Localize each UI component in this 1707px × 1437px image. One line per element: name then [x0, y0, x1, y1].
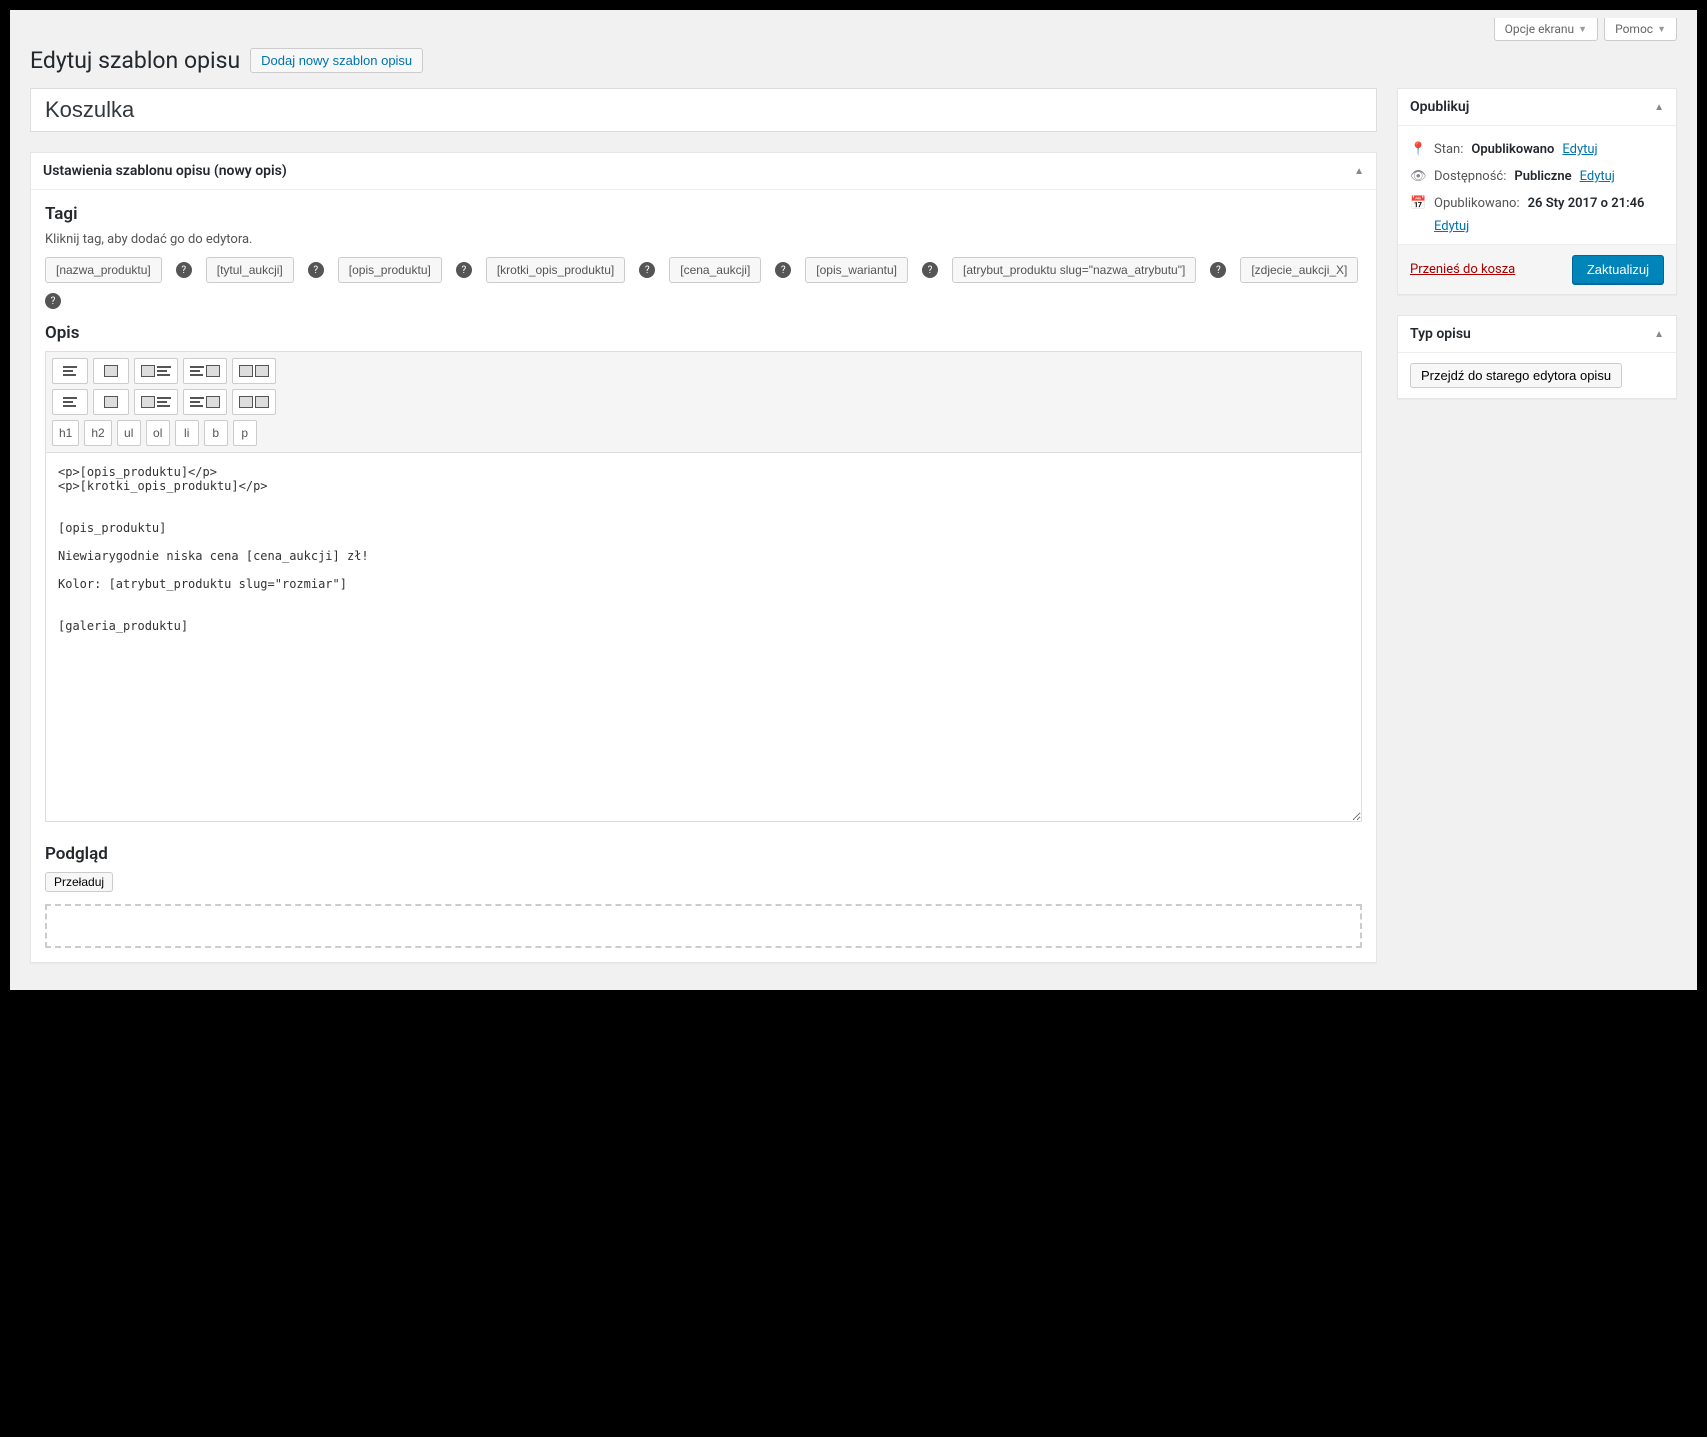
columns: Ustawienia szablonu opisu (nowy opis) ▲ …	[30, 88, 1677, 963]
collapse-icon[interactable]: ▲	[1654, 102, 1664, 113]
publish-postbox: Opublikuj ▲ 📍 Stan: Opublikowano Edytuj …	[1397, 88, 1677, 295]
published-value: 26 Sty 2017 o 21:46	[1528, 196, 1645, 211]
settings-postbox-title: Ustawienia szablonu opisu (nowy opis)	[43, 163, 287, 179]
layout-image-image-button[interactable]	[232, 358, 276, 384]
layout-image-text-button[interactable]	[134, 358, 178, 384]
format-ol-button[interactable]: ol	[146, 420, 170, 446]
update-button[interactable]: Zaktualizuj	[1572, 255, 1664, 284]
type-postbox: Typ opisu ▲ Przejdź do starego edytora o…	[1397, 315, 1677, 399]
publish-body: 📍 Stan: Opublikowano Edytuj 👁 Dostępność…	[1398, 126, 1676, 244]
publish-status-row: 📍 Stan: Opublikowano Edytuj	[1410, 136, 1664, 163]
chevron-down-icon: ▼	[1578, 24, 1587, 35]
help-icon[interactable]: ?	[922, 262, 938, 278]
heading-row: Edytuj szablon opisu Dodaj nowy szablon …	[30, 47, 1677, 74]
format-ul-button[interactable]: ul	[117, 420, 141, 446]
help-label: Pomoc	[1615, 22, 1653, 36]
screen-options-label: Opcje ekranu	[1505, 22, 1575, 36]
tag-button[interactable]: [opis_produktu]	[338, 257, 442, 283]
switch-editor-button[interactable]: Przejdź do starego edytora opisu	[1410, 363, 1622, 388]
tags-heading: Tagi	[45, 204, 1362, 224]
format-h1-button[interactable]: h1	[52, 420, 79, 446]
layout-text-image-button[interactable]	[183, 358, 227, 384]
tag-button[interactable]: [nazwa_produktu]	[45, 257, 162, 283]
preview-box	[45, 904, 1362, 948]
help-tab[interactable]: Pomoc ▼	[1604, 18, 1677, 41]
layout-image-image-button[interactable]	[232, 389, 276, 415]
layout-text-image-button[interactable]	[183, 389, 227, 415]
help-icon[interactable]: ?	[775, 262, 791, 278]
layout-text-only-button[interactable]	[52, 389, 88, 415]
help-icon[interactable]: ?	[308, 262, 324, 278]
status-label: Stan:	[1434, 142, 1463, 157]
app-root: Opcje ekranu▼ Pomoc▼ Edytuj szablon opis…	[10, 10, 1697, 990]
layout-image-text-button[interactable]	[134, 389, 178, 415]
desc-heading: Opis	[45, 323, 1362, 343]
publish-title: Opublikuj	[1410, 99, 1469, 115]
type-title: Typ opisu	[1410, 326, 1471, 342]
tag-button[interactable]: [krotki_opis_produktu]	[486, 257, 625, 283]
pin-icon: 📍	[1410, 142, 1426, 157]
tag-button[interactable]: [opis_wariantu]	[805, 257, 908, 283]
publish-visibility-row: 👁 Dostępność: Publiczne Edytuj	[1410, 163, 1664, 190]
main-column: Ustawienia szablonu opisu (nowy opis) ▲ …	[30, 88, 1377, 963]
tag-button[interactable]: [tytul_aukcji]	[206, 257, 294, 283]
publish-actions: Przenieś do kosza Zaktualizuj	[1398, 244, 1676, 294]
tag-button[interactable]: [zdjecie_aukcji_X]	[1240, 257, 1358, 283]
collapse-icon[interactable]: ▲	[1354, 166, 1364, 177]
help-icon[interactable]: ?	[456, 262, 472, 278]
eye-icon: 👁	[1410, 169, 1426, 184]
settings-postbox: Ustawienia szablonu opisu (nowy opis) ▲ …	[30, 152, 1377, 963]
help-icon[interactable]: ?	[639, 262, 655, 278]
chevron-down-icon: ▼	[1657, 24, 1666, 35]
settings-postbox-header: Ustawienia szablonu opisu (nowy opis) ▲	[31, 153, 1376, 190]
trash-link[interactable]: Przenieś do kosza	[1410, 262, 1515, 277]
format-p-button[interactable]: p	[233, 420, 257, 446]
visibility-label: Dostępność:	[1434, 169, 1506, 184]
status-value: Opublikowano	[1471, 142, 1554, 157]
edit-visibility-link[interactable]: Edytuj	[1580, 169, 1615, 184]
calendar-icon: 📅	[1410, 196, 1426, 211]
edit-status-link[interactable]: Edytuj	[1562, 142, 1597, 157]
toolbar-row-layout-1	[52, 358, 1355, 384]
format-h2-button[interactable]: h2	[84, 420, 111, 446]
format-b-button[interactable]: b	[204, 420, 228, 446]
type-header: Typ opisu ▲	[1398, 316, 1676, 353]
preview-heading: Podgląd	[45, 844, 1362, 864]
collapse-icon[interactable]: ▲	[1654, 329, 1664, 340]
format-li-button[interactable]: li	[175, 420, 199, 446]
tags-hint: Kliknij tag, aby dodać go do edytora.	[45, 232, 1362, 247]
editor-toolbar: h1h2ulollibp	[45, 351, 1362, 452]
screen-options-tab[interactable]: Opcje ekranu▼	[1494, 18, 1598, 41]
tags-row: [nazwa_produktu]? [tytul_aukcji]? [opis_pr…	[45, 257, 1362, 309]
toolbar-row-layout-2	[52, 389, 1355, 415]
help-icon[interactable]: ?	[1210, 262, 1226, 278]
edit-date-link[interactable]: Edytuj	[1434, 219, 1469, 234]
help-icon[interactable]: ?	[45, 293, 61, 309]
title-input[interactable]	[30, 88, 1377, 132]
settings-postbox-body: Tagi Kliknij tag, aby dodać go do edytor…	[31, 190, 1376, 962]
reload-button[interactable]: Przeładuj	[45, 872, 113, 892]
tag-button[interactable]: [atrybut_produktu slug="nazwa_atrybutu"]	[952, 257, 1196, 283]
layout-image-only-button[interactable]	[93, 389, 129, 415]
type-body: Przejdź do starego edytora opisu	[1398, 353, 1676, 398]
layout-image-only-button[interactable]	[93, 358, 129, 384]
page-title: Edytuj szablon opisu	[30, 47, 240, 74]
toolbar-row-text: h1h2ulollibp	[52, 420, 1355, 446]
add-new-button[interactable]: Dodaj nowy szablon opisu	[250, 48, 423, 73]
layout-text-only-button[interactable]	[52, 358, 88, 384]
top-tabs: Opcje ekranu▼ Pomoc▼	[30, 10, 1677, 41]
side-column: Opublikuj ▲ 📍 Stan: Opublikowano Edytuj …	[1397, 88, 1677, 399]
help-icon[interactable]: ?	[176, 262, 192, 278]
publish-header: Opublikuj ▲	[1398, 89, 1676, 126]
editor-textarea[interactable]	[45, 452, 1362, 822]
published-label: Opublikowano:	[1434, 196, 1520, 211]
tag-button[interactable]: [cena_aukcji]	[669, 257, 761, 283]
visibility-value: Publiczne	[1514, 169, 1571, 184]
publish-date-row: 📅 Opublikowano: 26 Sty 2017 o 21:46 Edyt…	[1410, 190, 1664, 240]
